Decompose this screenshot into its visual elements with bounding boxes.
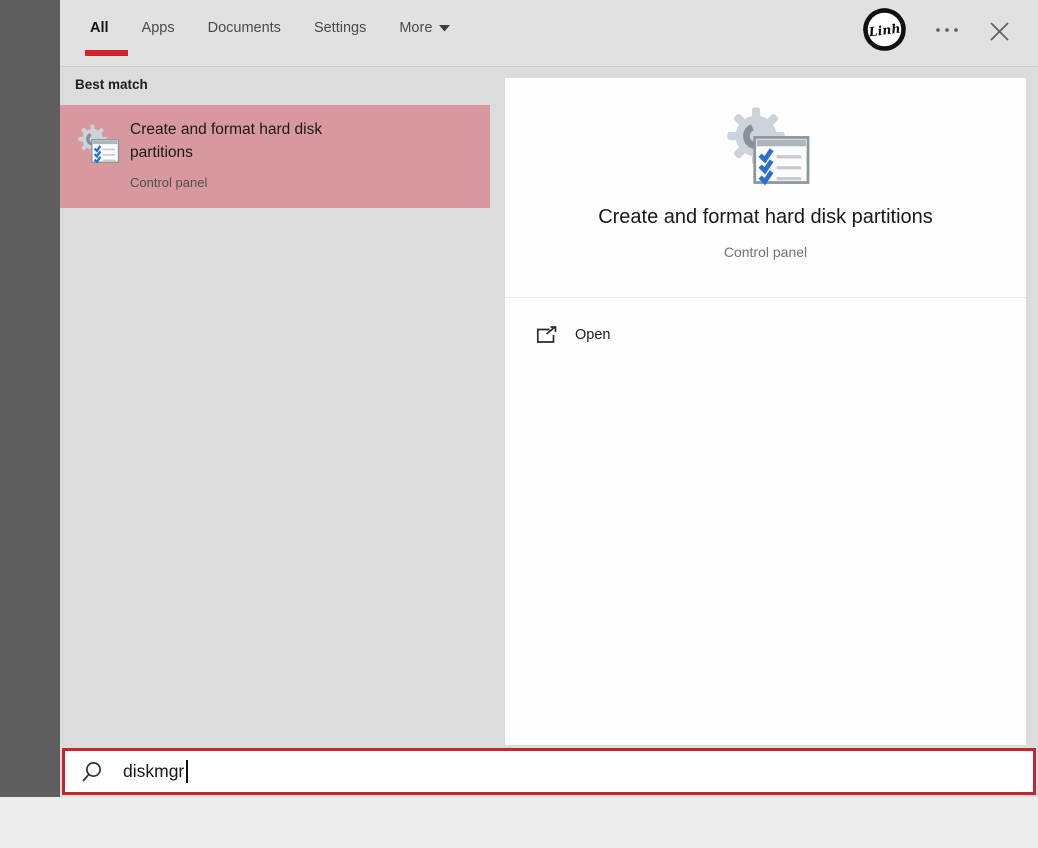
tab-all[interactable]: All — [90, 20, 109, 36]
disk-management-icon — [76, 124, 120, 165]
preview-subtitle: Control panel — [505, 244, 1026, 260]
result-subtitle: Control panel — [130, 175, 207, 190]
ellipsis-icon[interactable] — [932, 22, 962, 38]
desktop-edge-strip — [0, 0, 60, 797]
tab-documents[interactable]: Documents — [208, 20, 281, 36]
disk-management-icon — [723, 106, 811, 188]
section-label-best-match: Best match — [75, 77, 148, 92]
preview-panel: Create and format hard disk partitions C… — [505, 78, 1026, 745]
active-tab-indicator — [85, 50, 128, 56]
tab-settings[interactable]: Settings — [314, 20, 366, 36]
action-open[interactable]: Open — [505, 312, 1026, 358]
open-label: Open — [575, 327, 610, 343]
tab-more[interactable]: More — [399, 20, 450, 36]
preview-title: Create and format hard disk partitions — [505, 206, 1026, 229]
avatar[interactable]: Linh — [862, 7, 907, 52]
search-input[interactable]: diskmgr — [62, 748, 1036, 795]
result-title: Create and format hard disk partitions — [130, 118, 385, 164]
open-external-icon — [535, 326, 557, 345]
search-result-best-match[interactable]: Create and format hard disk partitions C… — [60, 105, 490, 208]
windows-search-panel: All Apps Documents Settings More Linh — [0, 0, 1038, 848]
tab-apps[interactable]: Apps — [142, 20, 175, 36]
search-filter-header: All Apps Documents Settings More Linh — [60, 0, 1038, 67]
text-cursor — [186, 760, 188, 783]
search-icon — [80, 760, 104, 784]
taskbar — [0, 797, 1038, 848]
filter-tabs: All Apps Documents Settings More — [90, 0, 450, 56]
chevron-down-icon — [439, 25, 450, 32]
close-icon[interactable] — [986, 18, 1012, 44]
divider — [505, 297, 1026, 298]
search-query-text: diskmgr — [123, 761, 184, 782]
